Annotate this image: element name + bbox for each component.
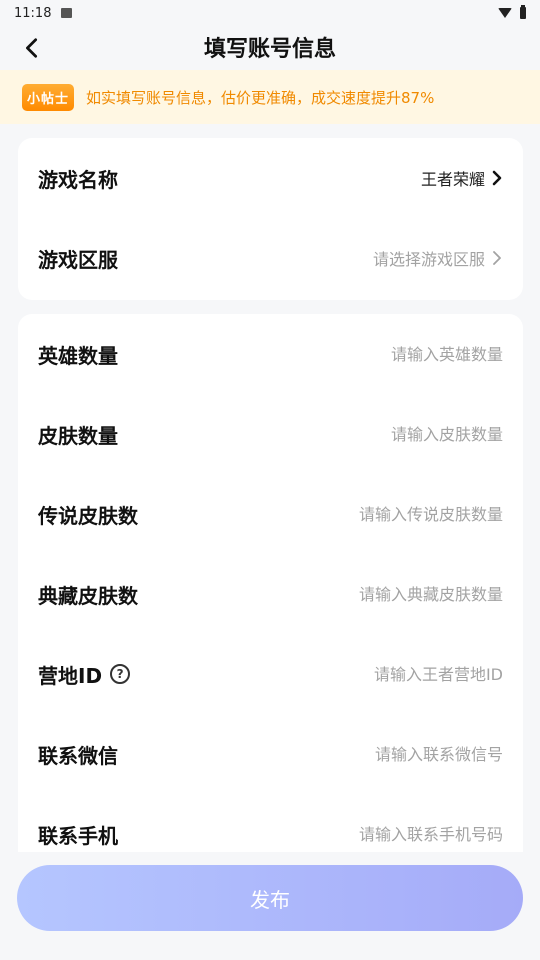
wechat-row: 联系微信 xyxy=(18,714,523,794)
header: 填写账号信息 xyxy=(0,26,540,68)
back-arrow-icon xyxy=(26,38,38,58)
chevron-right-icon xyxy=(493,251,501,265)
skin-count-label: 皮肤数量 xyxy=(38,423,118,448)
status-time: 11:18 xyxy=(14,5,52,21)
help-icon[interactable]: ? xyxy=(110,664,131,684)
tip-bar: 小帖士 如实填写账号信息，估价更准确，成交速度提升87% xyxy=(0,70,540,124)
game-info-card: 游戏名称 王者荣耀 游戏区服 请选择游戏区服 xyxy=(18,138,523,300)
status-icons xyxy=(498,5,526,19)
legend-skin-count-row: 传说皮肤数 xyxy=(18,474,523,554)
collection-skin-count-label: 典藏皮肤数 xyxy=(38,583,138,608)
account-details-card: 英雄数量 皮肤数量 传说皮肤数 典藏皮肤数 营地ID ? 联系微信 联系手机 xyxy=(18,314,523,874)
wechat-label: 联系微信 xyxy=(38,743,118,768)
phone-label: 联系手机 xyxy=(38,823,118,848)
tip-badge: 小帖士 xyxy=(22,83,75,111)
game-server-value: 请选择游戏区服 xyxy=(373,246,503,270)
chevron-right-icon xyxy=(492,170,502,186)
game-server-row[interactable]: 游戏区服 请选择游戏区服 xyxy=(18,218,523,298)
skin-count-row: 皮肤数量 xyxy=(18,394,523,474)
camp-id-input[interactable] xyxy=(243,664,503,684)
wechat-input[interactable] xyxy=(243,744,503,764)
collection-skin-count-row: 典藏皮肤数 xyxy=(18,554,523,634)
camp-id-label: 营地ID ? xyxy=(38,660,131,689)
game-name-selected: 王者荣耀 xyxy=(420,170,485,189)
back-button[interactable] xyxy=(14,30,50,66)
publish-button[interactable]: 发布 xyxy=(17,865,523,931)
collection-skin-count-input[interactable] xyxy=(243,584,503,604)
image-notification-icon xyxy=(61,8,73,18)
page-title: 填写账号信息 xyxy=(203,37,336,62)
hero-count-input[interactable] xyxy=(243,344,503,364)
game-server-label: 游戏区服 xyxy=(38,247,118,272)
legend-skin-count-label: 传说皮肤数 xyxy=(38,503,138,528)
game-server-placeholder: 请选择游戏区服 xyxy=(372,250,485,269)
tip-text: 如实填写账号信息，估价更准确，成交速度提升87% xyxy=(86,88,435,107)
camp-id-row: 营地ID ? xyxy=(18,634,523,714)
battery-icon xyxy=(520,5,526,19)
hero-count-row: 英雄数量 xyxy=(18,314,523,394)
game-name-row[interactable]: 游戏名称 王者荣耀 xyxy=(18,138,523,218)
camp-id-label-text: 营地ID xyxy=(38,663,103,688)
game-name-label: 游戏名称 xyxy=(38,167,118,192)
skin-count-input[interactable] xyxy=(243,424,503,444)
status-bar: 11:18 xyxy=(0,0,540,26)
hero-count-label: 英雄数量 xyxy=(38,343,118,368)
legend-skin-count-input[interactable] xyxy=(243,504,503,524)
game-name-value: 王者荣耀 xyxy=(421,166,503,190)
wifi-icon xyxy=(498,8,512,18)
phone-input[interactable] xyxy=(243,824,503,844)
